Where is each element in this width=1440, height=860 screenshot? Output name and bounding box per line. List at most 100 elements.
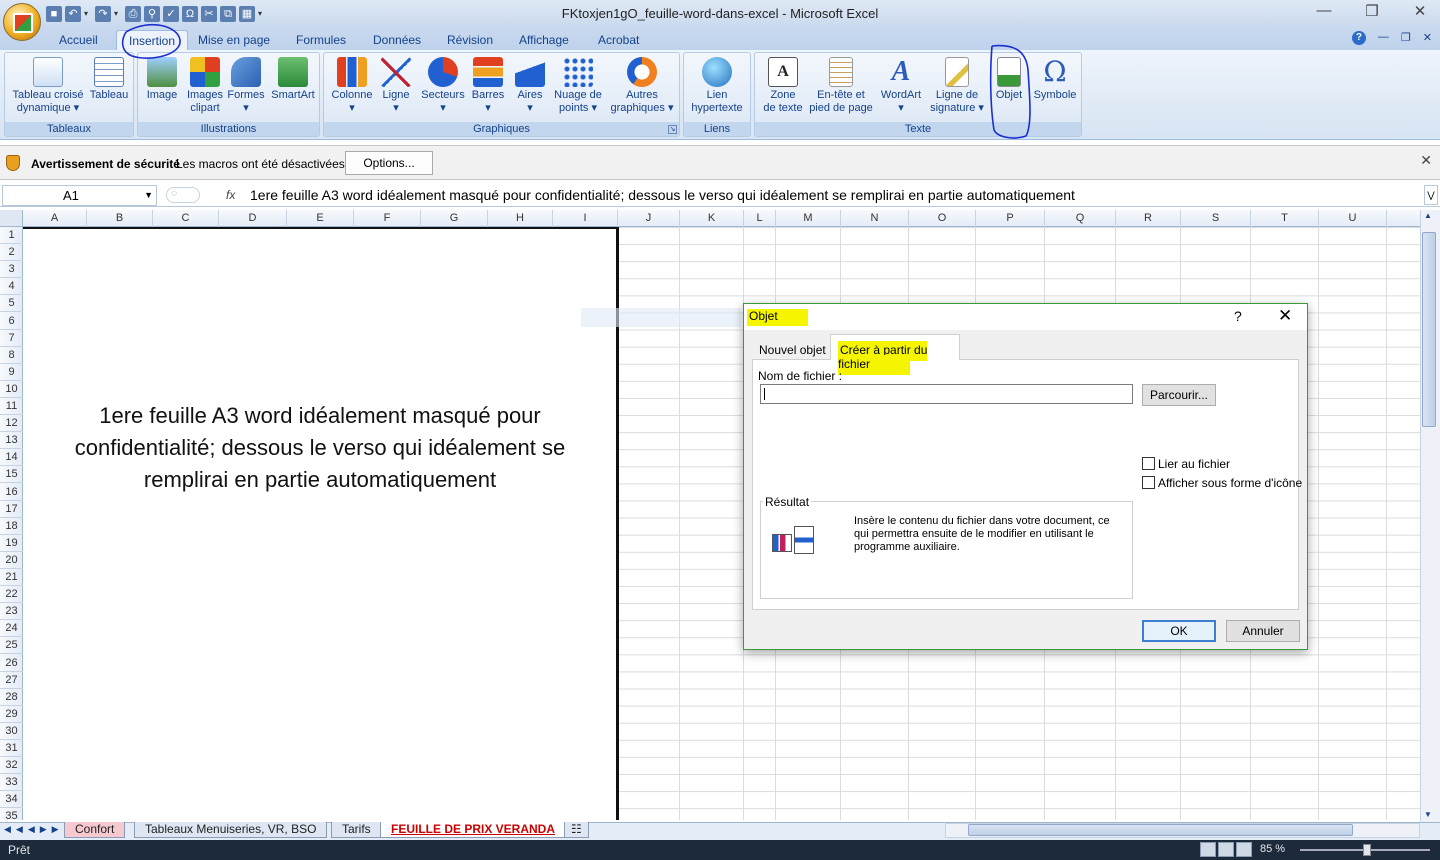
column-header[interactable]: D — [219, 210, 287, 227]
row-header[interactable]: 15 — [0, 466, 23, 484]
sheet-tab-confort[interactable]: Confort — [64, 822, 126, 838]
row-header[interactable]: 17 — [0, 501, 23, 518]
row-header[interactable]: 13 — [0, 432, 23, 450]
embedded-word-document[interactable] — [23, 227, 619, 820]
restore-button[interactable]: ❒ — [1362, 2, 1382, 20]
column-chart-button[interactable]: Colonne ▾ — [328, 55, 376, 115]
other-charts-button[interactable]: Autres graphiques ▾ — [607, 55, 677, 115]
page-break-view-icon[interactable] — [1236, 842, 1252, 857]
insert-function-icon[interactable]: fx — [226, 188, 235, 202]
sheet-nav-arrows-icon[interactable]: ◀◀◀▶▶ — [4, 824, 64, 835]
close-icon[interactable]: ✕ — [1420, 152, 1432, 169]
row-header[interactable]: 9 — [0, 364, 23, 381]
minimize-button[interactable]: — — [1314, 2, 1334, 20]
row-header[interactable]: 27 — [0, 672, 23, 689]
column-header[interactable]: N — [841, 210, 909, 227]
normal-view-icon[interactable] — [1200, 842, 1216, 857]
row-header[interactable]: 2 — [0, 244, 23, 262]
sheet-tab-tarifs[interactable]: Tarifs — [331, 822, 382, 838]
tab-insertion[interactable]: Insertion — [116, 30, 189, 50]
page-layout-view-icon[interactable] — [1218, 842, 1234, 857]
column-header[interactable]: S — [1181, 210, 1251, 227]
name-box[interactable]: A1 ▼ — [2, 185, 157, 206]
header-footer-button[interactable]: En-tête et pied de page — [807, 55, 875, 115]
ribbon-restore-icon[interactable]: ❐ — [1401, 31, 1411, 45]
row-header[interactable]: 5 — [0, 295, 23, 313]
row-header[interactable]: 32 — [0, 757, 23, 775]
scroll-down-icon[interactable]: ▼ — [1424, 810, 1432, 819]
tab-acrobat[interactable]: Acrobat — [598, 30, 639, 50]
column-header[interactable]: G — [421, 210, 488, 227]
tab-nouvel-objet[interactable]: Nouvel objet — [752, 337, 828, 359]
tab-mise-en-page[interactable]: Mise en page — [198, 30, 270, 50]
display-as-icon-checkbox[interactable] — [1142, 476, 1155, 489]
line-chart-button[interactable]: Ligne ▾ — [376, 55, 416, 115]
row-header[interactable]: 8 — [0, 347, 23, 364]
formula-content[interactable]: 1ere feuille A3 word idéalement masqué p… — [250, 187, 1075, 203]
row-header[interactable]: 24 — [0, 620, 23, 638]
horizontal-scroll-thumb[interactable] — [968, 824, 1353, 836]
browse-button[interactable]: Parcourir... — [1142, 384, 1216, 406]
scatter-chart-button[interactable]: Nuage de points ▾ — [550, 55, 606, 115]
row-header[interactable]: 12 — [0, 415, 23, 433]
table-button[interactable]: Tableau — [87, 55, 131, 102]
pivot-table-button[interactable]: Tableau croisé dynamique ▾ — [7, 55, 89, 115]
zoom-slider-knob[interactable] — [1363, 844, 1371, 856]
row-header[interactable]: 3 — [0, 261, 23, 279]
object-button[interactable]: Objet — [991, 55, 1027, 102]
smartart-button[interactable]: SmartArt — [268, 55, 318, 102]
tab-creer-a-partir-du-fichier[interactable]: Créer à partir du fichier — [830, 334, 960, 375]
new-sheet-icon[interactable]: ☷ — [564, 822, 589, 838]
row-header[interactable]: 16 — [0, 484, 23, 501]
close-window-button[interactable]: ✕ — [1410, 2, 1430, 20]
close-icon[interactable]: ✕ — [1278, 306, 1292, 326]
row-header[interactable]: 29 — [0, 706, 23, 723]
expand-formula-icon[interactable]: ⋁ — [1424, 185, 1438, 205]
symbol-button[interactable]: Ω Symbole — [1031, 55, 1079, 102]
file-name-input[interactable] — [760, 384, 1133, 404]
options-button[interactable]: Options... — [345, 151, 433, 175]
row-header[interactable]: 18 — [0, 518, 23, 535]
vertical-scroll-thumb[interactable] — [1422, 232, 1436, 427]
ok-button[interactable]: OK — [1142, 620, 1216, 642]
sheet-tab-feuille-de-prix[interactable]: FEUILLE DE PRIX VERANDA — [380, 822, 567, 838]
column-header[interactable]: O — [909, 210, 976, 227]
column-header[interactable]: M — [776, 210, 841, 227]
tab-formules[interactable]: Formules — [296, 30, 346, 50]
column-header[interactable]: C — [153, 210, 219, 227]
row-header[interactable]: 34 — [0, 791, 23, 809]
row-header[interactable]: 33 — [0, 774, 23, 792]
column-header[interactable]: K — [680, 210, 744, 227]
help-icon[interactable]: ? — [1351, 31, 1366, 45]
row-header[interactable]: 23 — [0, 603, 23, 621]
chevron-down-icon[interactable]: ▼ — [144, 186, 153, 205]
chart-dialog-launcher-icon[interactable]: ↘ — [668, 125, 677, 134]
row-header[interactable]: 31 — [0, 740, 23, 757]
row-header[interactable]: 20 — [0, 552, 23, 569]
row-header[interactable]: 7 — [0, 330, 23, 347]
column-header[interactable]: I — [553, 210, 618, 227]
scroll-up-icon[interactable]: ▲ — [1424, 211, 1432, 220]
ribbon-close-icon[interactable]: ✕ — [1423, 31, 1432, 45]
column-header[interactable]: E — [287, 210, 354, 227]
tab-revision[interactable]: Révision — [447, 30, 493, 50]
column-header[interactable]: R — [1116, 210, 1181, 227]
row-header[interactable]: 21 — [0, 569, 23, 586]
tab-donnees[interactable]: Données — [373, 30, 421, 50]
signature-line-button[interactable]: Ligne de signature ▾ — [927, 55, 987, 115]
column-header[interactable]: B — [87, 210, 153, 227]
row-header[interactable]: 11 — [0, 398, 23, 415]
area-chart-button[interactable]: Aires ▾ — [510, 55, 550, 115]
column-header[interactable]: F — [354, 210, 421, 227]
row-header[interactable]: 4 — [0, 278, 23, 296]
column-header[interactable]: L — [744, 210, 776, 227]
row-header[interactable]: 30 — [0, 723, 23, 740]
pie-chart-button[interactable]: Secteurs ▾ — [418, 55, 468, 115]
row-header[interactable]: 19 — [0, 535, 23, 552]
row-header[interactable]: 22 — [0, 586, 23, 604]
image-button[interactable]: Image — [142, 55, 182, 102]
row-header[interactable]: 6 — [0, 313, 23, 330]
row-header[interactable]: 10 — [0, 381, 23, 398]
zoom-level[interactable]: 85 % — [1260, 843, 1285, 855]
column-header[interactable]: T — [1251, 210, 1319, 227]
